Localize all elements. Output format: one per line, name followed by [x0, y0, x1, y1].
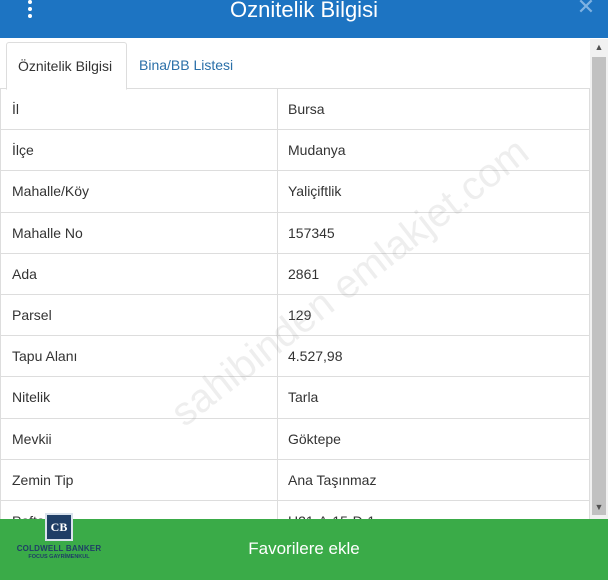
table-row: Tapu Alanı 4.527,98	[0, 336, 590, 378]
row-value: 157345	[278, 212, 590, 253]
row-key: İlçe	[0, 130, 278, 171]
row-value: H21-A-15-D-1	[278, 500, 590, 519]
table-row: Mevkii Göktepe	[0, 418, 590, 460]
logo-mark: CB	[45, 513, 73, 541]
attribute-table: İl Bursa İlçe Mudanya Mahalle/Köy Yaliçiftl…	[0, 89, 590, 519]
footer-bar: Favorilere ekle CB COLDWELL BANKER FOCUS…	[0, 513, 608, 580]
row-key: Parsel	[0, 294, 278, 336]
table-row: Ada 2861	[0, 253, 590, 295]
table-row: İlçe Mudanya	[0, 130, 590, 172]
row-value: 129	[278, 294, 590, 336]
table-row: Mahalle/Köy Yaliçiftlik	[0, 171, 590, 213]
row-key: İl	[0, 89, 278, 130]
row-value: Ana Taşınmaz	[278, 459, 590, 500]
row-key: Mahalle No	[0, 212, 278, 253]
coldwell-banker-logo: CB COLDWELL BANKER FOCUS GAYRİMENKUL	[14, 513, 104, 563]
row-key: Mevkii	[0, 418, 278, 459]
row-key: Mahalle/Köy	[0, 171, 278, 212]
row-value: 2861	[278, 253, 590, 294]
scroll-down-arrow-icon[interactable]: ▼	[590, 499, 608, 515]
row-key: Tapu Alanı	[0, 336, 278, 377]
dialog-title: Öznitelik Bilgisi	[230, 0, 378, 22]
row-value: Mudanya	[278, 130, 590, 171]
row-key: Ada	[0, 253, 278, 294]
table-row: Nitelik Tarla	[0, 377, 590, 419]
scroll-up-arrow-icon[interactable]: ▲	[590, 39, 608, 55]
logo-subtitle: FOCUS GAYRİMENKUL	[28, 554, 90, 560]
row-value: Yaliçiftlik	[278, 171, 590, 212]
row-key: Nitelik	[0, 377, 278, 418]
row-value: Bursa	[278, 89, 590, 130]
row-value: Tarla	[278, 377, 590, 418]
logo-name: COLDWELL BANKER	[16, 544, 102, 553]
scrollbar-thumb[interactable]	[592, 57, 606, 515]
table-row: Mahalle No 157345	[0, 212, 590, 254]
tab-oznitelik-bilgisi[interactable]: Öznitelik Bilgisi	[6, 42, 127, 90]
row-value: Göktepe	[278, 418, 590, 459]
close-icon[interactable]: ✕	[576, 0, 596, 18]
vertical-scrollbar[interactable]: ▲ ▼	[590, 39, 608, 519]
table-row: İl Bursa	[0, 89, 590, 131]
table-row: Parsel 129	[0, 294, 590, 337]
row-value: 4.527,98	[278, 336, 590, 377]
table-row: Zemin Tip Ana Taşınmaz	[0, 459, 590, 501]
row-key: Zemin Tip	[0, 459, 278, 500]
dialog-header: Öznitelik Bilgisi ✕	[0, 0, 608, 38]
tab-bar: Öznitelik Bilgisi Bina/BB Listesi	[0, 38, 608, 90]
tab-bina-bb-listesi[interactable]: Bina/BB Listesi	[128, 42, 244, 90]
